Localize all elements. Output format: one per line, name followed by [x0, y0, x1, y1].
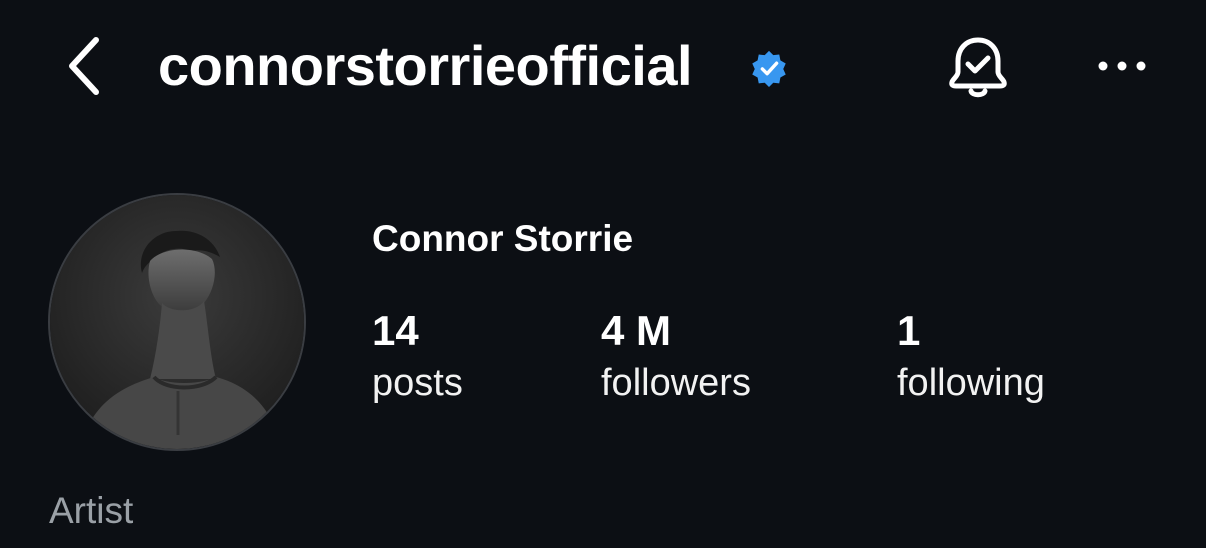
more-horizontal-icon: [1098, 61, 1146, 71]
notifications-button[interactable]: [944, 32, 1012, 102]
profile-category: Artist: [49, 490, 134, 531]
back-button[interactable]: [52, 30, 116, 102]
verified-badge-icon: [752, 50, 786, 87]
chevron-left-icon: [69, 37, 99, 95]
posts-label: posts: [372, 362, 463, 404]
profile-avatar[interactable]: [48, 193, 306, 451]
posts-stat[interactable]: 14 posts: [372, 306, 463, 406]
following-label: following: [897, 362, 1045, 404]
profile-photo: [50, 195, 304, 449]
following-stat[interactable]: 1 following: [897, 306, 1045, 406]
followers-label: followers: [601, 362, 751, 404]
display-name: Connor Storrie: [372, 218, 634, 259]
more-options-button[interactable]: [1090, 44, 1154, 88]
username-title: connorstorrieofficial: [158, 34, 693, 97]
following-count: 1: [897, 307, 921, 354]
profile-header: connorstorrieofficial: [0, 0, 1206, 135]
bell-check-icon: [949, 37, 1007, 98]
followers-stat[interactable]: 4 M followers: [601, 306, 751, 406]
followers-count: 4 M: [601, 307, 672, 354]
profile-screen: connorstorrieofficial Connor Storrie 14 …: [0, 0, 1206, 548]
posts-count: 14: [372, 307, 419, 354]
